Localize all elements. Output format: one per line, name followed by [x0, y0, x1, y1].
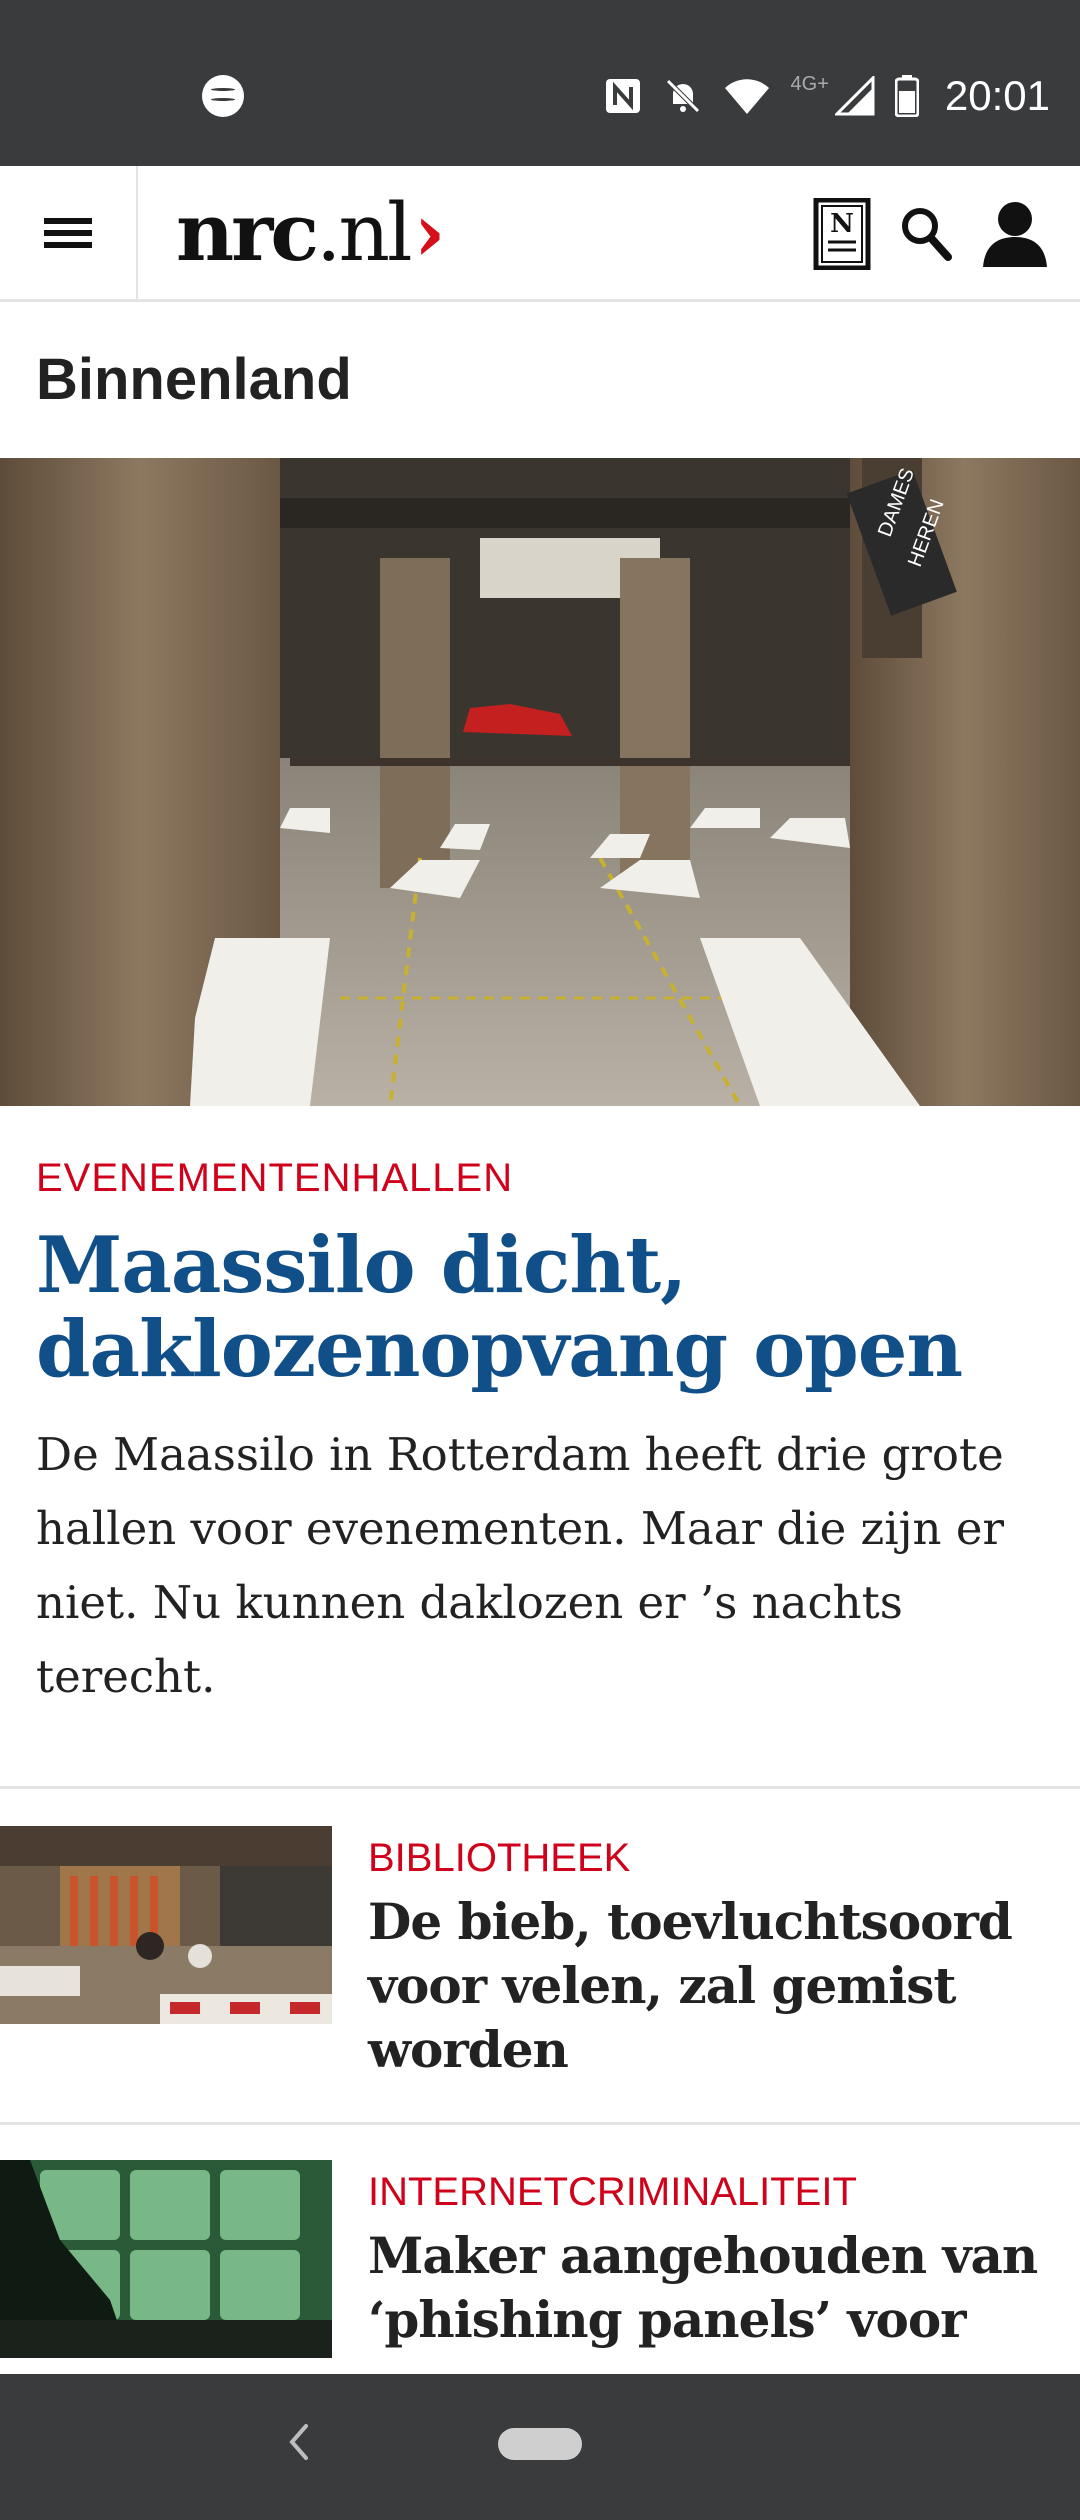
library-photo — [0, 1826, 332, 2024]
article-headline[interactable]: Maker aangehouden van ‘phishing panels’ … — [368, 2224, 1048, 2374]
account-icon[interactable] — [980, 199, 1050, 269]
logo-chevron: › — [413, 185, 446, 279]
article-thumbnail[interactable] — [0, 1826, 332, 2024]
status-icons: 4G+ 20:01 — [603, 66, 1050, 126]
site-header: nrc. nl › N — [0, 166, 1080, 302]
main-article-kicker[interactable]: EVENEMENTENHALLEN — [36, 1156, 513, 1201]
header-actions: N — [812, 198, 1050, 270]
battery-icon — [894, 75, 919, 117]
article-thumbnail[interactable] — [0, 2160, 332, 2358]
signal-icon — [834, 76, 875, 116]
divider — [0, 1786, 1080, 1789]
newspaper-icon[interactable]: N — [812, 198, 872, 270]
wifi-icon — [724, 79, 769, 114]
divider — [0, 2122, 1080, 2125]
article-kicker: BIBLIOTHEEK — [368, 1836, 631, 1880]
logo-dot: . — [316, 185, 341, 279]
network-type: 4G+ — [790, 72, 829, 95]
status-bar: 4G+ 20:01 — [0, 0, 1080, 166]
article-headline[interactable]: De bieb, toevluchtsoord voor velen, zal … — [368, 1890, 1048, 2082]
logo-tld: nl — [338, 185, 412, 279]
home-pill[interactable] — [498, 2428, 582, 2460]
main-article-headline[interactable]: Maassilo dicht, daklozenopvang open — [36, 1224, 1036, 1392]
section-title: Binnenland — [36, 347, 352, 412]
back-icon[interactable] — [284, 2416, 314, 2468]
hero-image[interactable]: DAMES HEREN — [0, 458, 1080, 1106]
svg-text:N: N — [830, 209, 854, 239]
clock: 20:01 — [944, 72, 1050, 119]
spotify-icon — [202, 75, 244, 117]
nfc-icon — [605, 79, 640, 113]
main-article-lead[interactable]: De Maassilo in Rotterdam heeft drie grot… — [36, 1418, 1046, 1714]
search-icon[interactable] — [898, 204, 954, 264]
site-logo[interactable]: nrc. nl › — [176, 172, 446, 292]
hero-photo: DAMES HEREN — [0, 458, 1080, 1106]
logo-name: nrc — [176, 185, 319, 279]
menu-button[interactable] — [0, 166, 138, 299]
article-kicker: INTERNETCRIMINALITEIT — [368, 2170, 857, 2214]
cybercrime-photo — [0, 2160, 332, 2358]
mute-icon — [665, 79, 700, 113]
system-nav-bar — [0, 2374, 1080, 2520]
